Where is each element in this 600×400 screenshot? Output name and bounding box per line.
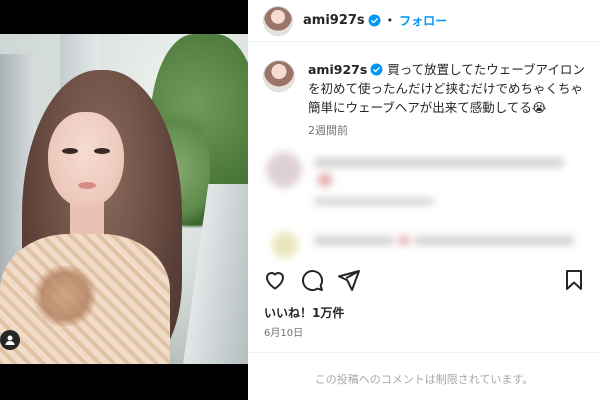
header-username[interactable]: ami927s [303, 13, 365, 28]
blurred-emoji [318, 174, 332, 186]
blurred-comments [258, 140, 598, 260]
post-caption: ami927s 買って放置してたウェーブアイロンを初めて使ったんだけど挟むだけで… [263, 60, 586, 117]
verified-badge-icon [368, 14, 381, 27]
caption-avatar[interactable] [263, 60, 295, 92]
share-icon[interactable] [337, 268, 361, 292]
photo-lips [78, 182, 96, 189]
blurred-line [314, 236, 394, 245]
user-tag-icon[interactable] [0, 330, 20, 350]
post-header: ami927s • フォロー [248, 0, 600, 42]
blurred-emoji [398, 236, 410, 245]
user-tag-glyph [5, 335, 15, 345]
like-count[interactable]: いいね！1万件 [264, 304, 344, 321]
blurred-line [314, 198, 434, 205]
verified-badge-icon [370, 63, 383, 76]
post-photo[interactable] [0, 34, 248, 364]
caption-timestamp: 2週間前 [308, 124, 348, 137]
post-media[interactable] [0, 0, 248, 400]
photo-eye-left [62, 148, 78, 154]
header-separator: • [386, 14, 394, 27]
caption-body: ami927s 買って放置してたウェーブアイロンを初めて使ったんだけど挟むだけで… [308, 60, 586, 117]
photo-knit-pattern [30, 266, 100, 326]
divider [248, 352, 600, 353]
comment-icon[interactable] [300, 268, 324, 292]
blurred-line [314, 158, 564, 167]
photo-eye-right [94, 148, 110, 154]
post-actions [263, 266, 586, 294]
bookmark-icon[interactable] [562, 268, 586, 292]
post-details-panel: ami927s • フォロー ami927s 買って放置してたウェーブアイロンを… [248, 0, 600, 400]
heart-icon[interactable] [263, 268, 287, 292]
blurred-line [414, 236, 574, 245]
comments-restricted-notice: この投稿へのコメントは制限されています。 [314, 373, 534, 386]
post-date: 6月10日 [264, 328, 304, 339]
blurred-avatar [266, 152, 302, 188]
follow-button[interactable]: フォロー [399, 12, 447, 29]
photo-face [48, 112, 124, 208]
caption-username[interactable]: ami927s [308, 62, 367, 77]
blurred-avatar [272, 232, 298, 258]
header-avatar[interactable] [263, 5, 293, 36]
